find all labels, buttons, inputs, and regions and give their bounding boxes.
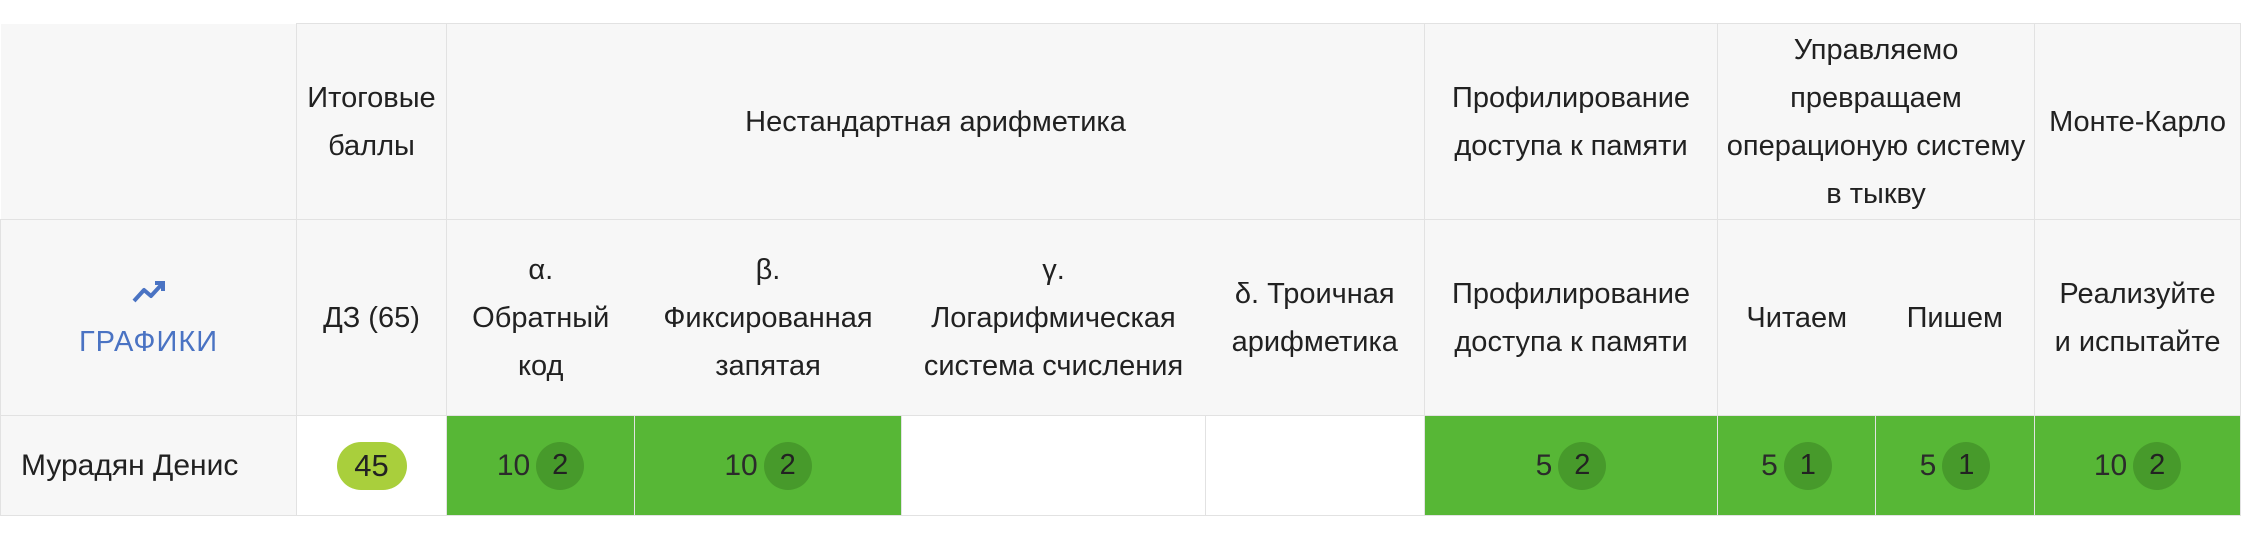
points: 5 xyxy=(1919,448,1937,482)
points: 5 xyxy=(1535,448,1553,482)
points: 10 xyxy=(724,448,758,482)
trending-up-icon xyxy=(132,280,165,302)
header-task-profiling[interactable]: Профилирование доступа к памяти xyxy=(1424,219,1719,416)
attempts-badge: 2 xyxy=(2133,441,2182,490)
header-hw-total[interactable]: ДЗ (65) xyxy=(296,219,447,416)
total-cell: 45 xyxy=(296,415,447,516)
score-cell-profiling[interactable]: 52 xyxy=(1424,415,1719,516)
score-cell-alpha[interactable]: 10 2 xyxy=(446,415,635,516)
attempts-badge: 1 xyxy=(1942,441,1991,490)
table-row: Мурадян Денис 45 10 2 10 2 52 51 51 10 2 xyxy=(0,415,2242,516)
header-task-alpha[interactable]: α. Обратный код xyxy=(446,219,635,416)
student-name[interactable]: Мурадян Денис xyxy=(0,415,297,516)
header-profiling-group[interactable]: Профилирование доступа к памяти xyxy=(1424,23,1719,220)
header-montecarlo-group[interactable]: Монте-Карло xyxy=(2034,23,2242,220)
score-cell-write[interactable]: 51 xyxy=(1875,415,2036,516)
header-arith-group[interactable]: Нестандартная арифметика xyxy=(445,23,1426,220)
header-task-read[interactable]: Читаем xyxy=(1717,219,1876,416)
attempts-badge: 2 xyxy=(763,441,812,490)
header-corner xyxy=(0,23,297,220)
header-task-delta[interactable]: δ. Троичная арифметика xyxy=(1205,219,1426,416)
header-task-implement[interactable]: Реализуйте и испытайте xyxy=(2034,219,2242,416)
charts-cell: ГРАФИКИ xyxy=(0,219,297,416)
gradebook-table: Итоговые баллы Нестандартная арифметика … xyxy=(0,23,2242,516)
gradebook: Итоговые баллы Нестандартная арифметика … xyxy=(0,23,2242,516)
attempts-badge: 2 xyxy=(536,441,585,490)
attempts-badge: 2 xyxy=(1558,441,1607,490)
total-badge: 45 xyxy=(336,441,407,490)
charts-link[interactable]: ГРАФИКИ xyxy=(1,270,296,366)
points: 5 xyxy=(1761,448,1778,482)
charts-label: ГРАФИКИ xyxy=(78,325,219,358)
points: 10 xyxy=(496,448,531,482)
score-cell-implement[interactable]: 10 2 xyxy=(2034,415,2242,516)
header-task-beta[interactable]: β. Фиксированная запятая xyxy=(634,219,902,416)
header-pumpkin-group[interactable]: Управляемо превращаем операционую систем… xyxy=(1717,23,2036,220)
points: 10 xyxy=(2093,448,2128,482)
header-task-write[interactable]: Пишем xyxy=(1875,219,2036,416)
score-cell-beta[interactable]: 10 2 xyxy=(634,415,902,516)
header-totals-group: Итоговые баллы xyxy=(296,23,447,220)
score-cell-read[interactable]: 51 xyxy=(1717,415,1877,516)
score-cell-delta[interactable] xyxy=(1204,415,1426,516)
score-cell-gamma[interactable] xyxy=(901,415,1206,516)
attempts-badge: 1 xyxy=(1783,441,1832,490)
header-task-gamma[interactable]: γ. Логарифмическая система счисления xyxy=(901,219,1206,416)
